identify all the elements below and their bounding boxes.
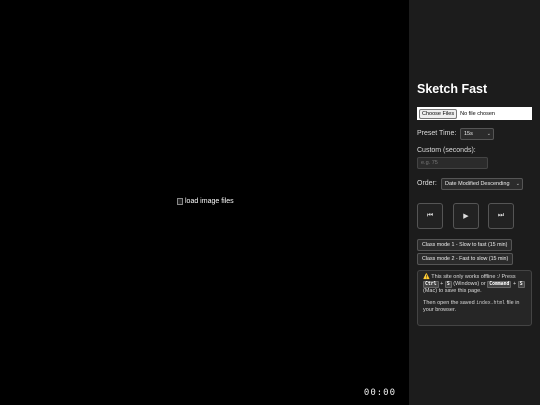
notice-windows: (Windows) or (453, 281, 486, 287)
custom-seconds-input[interactable]: e.g. 75 (417, 157, 488, 169)
image-viewer: load image files 00:00 (0, 0, 409, 405)
file-input[interactable]: Choose Files No file chosen (417, 107, 532, 120)
s-key: S (517, 281, 525, 288)
file-status-text: No file chosen (460, 110, 495, 117)
notice-filename: index.html (476, 301, 506, 306)
skip-back-icon: ⏮ (426, 212, 434, 219)
command-key: Command (487, 281, 512, 288)
s-key: S (444, 281, 452, 288)
chevron-down-icon: ⌄ (486, 131, 491, 137)
control-panel: Sketch Fast Choose Files No file chosen … (409, 0, 540, 405)
preset-time-value: 15s (464, 131, 473, 137)
custom-seconds-placeholder: e.g. 75 (421, 160, 438, 166)
order-select[interactable]: Date Modified Descending ⌄ (441, 178, 523, 190)
preset-time-select[interactable]: 15s ⌄ (460, 128, 494, 140)
class-mode-2-button[interactable]: Class mode 2 - Fast to slow (15 min) (417, 253, 514, 265)
notice-mac: (Mac) to save this page. (423, 288, 482, 294)
choose-files-button[interactable]: Choose Files (419, 108, 458, 119)
warning-icon: ⚠️ (423, 274, 430, 280)
order-value: Date Modified Descending (445, 181, 510, 187)
skip-forward-icon: ⏭ (497, 212, 505, 219)
play-button[interactable]: ▶ (453, 203, 479, 229)
notice-then-open: Then open the saved (423, 300, 475, 306)
broken-image-alt-text: load image files (185, 198, 234, 205)
preset-time-label: Preset Time: (417, 130, 457, 137)
next-button[interactable]: ⏭ (488, 203, 514, 229)
play-icon: ▶ (463, 213, 469, 220)
timer-display: 00:00 (363, 388, 396, 398)
class-mode-1-button[interactable]: Class mode 1 - Slow to fast (15 min) (417, 239, 513, 251)
broken-image-icon (177, 198, 183, 205)
previous-button[interactable]: ⏮ (417, 203, 443, 229)
notice-press: Press (501, 274, 516, 280)
offline-notice: ⚠️ This site only works offline :/ Press… (417, 270, 532, 326)
chevron-down-icon: ⌄ (515, 181, 520, 187)
broken-image-placeholder: load image files (177, 198, 234, 205)
order-label: Order: (417, 180, 437, 187)
notice-plus-2: + (512, 281, 517, 287)
notice-plus-1: + (440, 281, 444, 287)
app-title: Sketch Fast (417, 82, 488, 96)
notice-line1: This site only works offline :/ (431, 274, 500, 280)
custom-seconds-label: Custom (seconds): (417, 147, 476, 154)
ctrl-key: Ctrl (423, 281, 439, 288)
